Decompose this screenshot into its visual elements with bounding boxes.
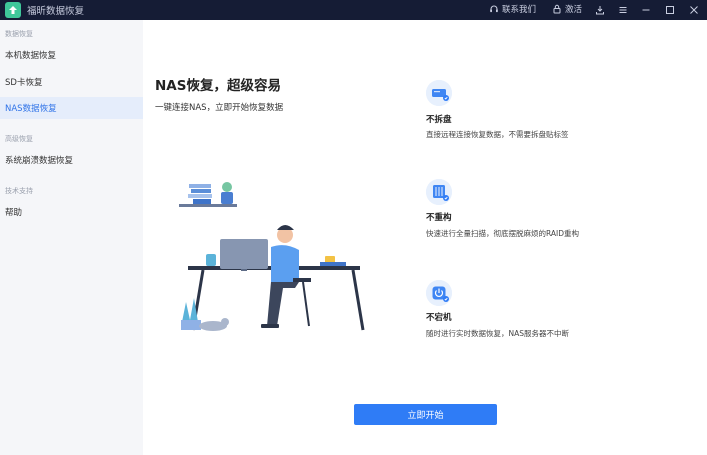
page-subline: 一键连接NAS，立即开始恢复数据: [155, 103, 284, 113]
activate-label: 激活: [565, 5, 583, 15]
sidebar-group-data-recovery: 数据恢复: [5, 30, 33, 38]
close-icon: [690, 6, 698, 14]
feature-title-no-disassembly: 不拆盘: [426, 115, 452, 125]
feature-desc-no-downtime: 随时进行实时数据恢复，NAS服务器不中断: [426, 329, 570, 338]
nas-disk-icon: [426, 80, 452, 106]
sidebar-item-system-crash-recovery[interactable]: 系统崩溃数据恢复: [0, 149, 143, 171]
menu-button[interactable]: [616, 2, 630, 18]
power-icon: [426, 280, 452, 306]
feature-title-no-rebuild: 不重构: [426, 213, 452, 223]
main-panel: NAS恢复，超级容易 一键连接NAS，立即开始恢复数据 不拆盘 直接远程连接恢复…: [143, 20, 707, 455]
person-at-desk-illustration: [179, 182, 365, 331]
sidebar-item-help[interactable]: 帮助: [0, 201, 143, 223]
sidebar-item-sd-recovery[interactable]: SD卡恢复: [0, 71, 143, 93]
raid-structure-icon: [426, 179, 452, 205]
sidebar-item-nas-recovery[interactable]: NAS数据恢复: [0, 97, 143, 119]
sidebar: 数据恢复 本机数据恢复 SD卡恢复 NAS数据恢复 高级恢复 系统崩溃数据恢复 …: [0, 20, 143, 455]
sidebar-item-local-recovery[interactable]: 本机数据恢复: [0, 44, 143, 66]
app-logo-icon: [5, 2, 21, 18]
minimize-icon: [642, 9, 650, 11]
minimize-button[interactable]: [639, 2, 653, 18]
sidebar-group-advanced-recovery: 高级恢复: [5, 135, 33, 143]
contact-us-button[interactable]: 联系我们: [489, 3, 536, 15]
download-button[interactable]: [593, 2, 607, 18]
contact-us-label: 联系我们: [502, 5, 537, 15]
feature-desc-no-disassembly: 直接远程连接恢复数据，不需要拆盘贴标签: [426, 130, 569, 139]
menu-icon: [619, 7, 627, 13]
feature-desc-no-rebuild: 快速进行全量扫描，彻底摆脱麻烦的RAID重构: [426, 229, 580, 238]
headset-icon: [490, 5, 498, 13]
close-button[interactable]: [687, 2, 701, 18]
start-now-button[interactable]: 立即开始: [354, 404, 497, 425]
download-icon: [596, 6, 604, 15]
lock-icon: [553, 4, 561, 14]
sidebar-group-tech-support: 技术支持: [5, 187, 33, 195]
maximize-icon: [666, 6, 674, 14]
app-title: 福昕数据恢复: [27, 6, 85, 17]
activate-button[interactable]: 激活: [552, 3, 582, 15]
feature-title-no-downtime: 不宕机: [426, 313, 452, 323]
page-headline: NAS恢复，超级容易: [155, 78, 281, 94]
maximize-button[interactable]: [663, 2, 677, 18]
title-bar: 福昕数据恢复 联系我们 激活: [0, 0, 707, 20]
